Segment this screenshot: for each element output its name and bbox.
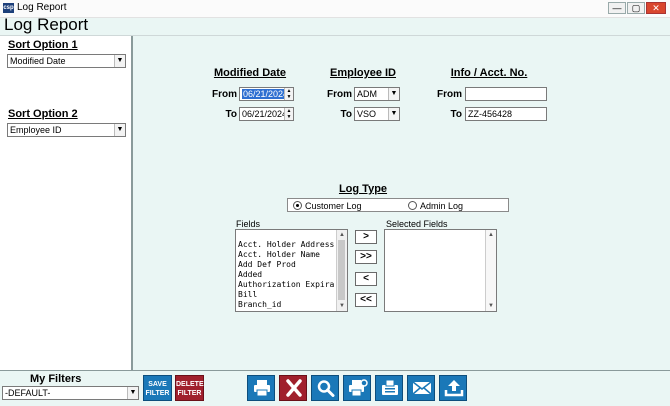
radio-customer-log[interactable]: Customer Log: [293, 201, 362, 211]
modified-date-from-input[interactable]: 06/21/2024 ▲ ▼: [239, 87, 294, 101]
radio-admin-log[interactable]: Admin Log: [408, 201, 463, 211]
info-acct-header: Info / Acct. No.: [450, 67, 528, 79]
list-item[interactable]: Acct. Holder Name: [236, 250, 347, 260]
employee-id-header: Employee ID: [329, 67, 397, 79]
app-logo-icon: csp: [3, 3, 14, 13]
radio-customer-log-label: Customer Log: [305, 201, 362, 211]
selected-fields-scrollbar[interactable]: ▲ ▼: [485, 230, 496, 311]
export-button[interactable]: [439, 375, 467, 401]
fax-icon: [382, 379, 398, 395]
chevron-down-icon[interactable]: ▼: [114, 124, 125, 136]
fields-label: Fields: [236, 219, 261, 229]
modified-date-to-input[interactable]: 06/21/2024 ▲ ▼: [239, 107, 294, 121]
add-field-button[interactable]: >: [355, 230, 377, 244]
chevron-down-icon[interactable]: ▼: [388, 88, 399, 100]
print-preview-icon: [349, 379, 368, 397]
fields-scrollbar[interactable]: ▲ ▼: [336, 230, 347, 311]
add-all-fields-button[interactable]: >>: [355, 250, 377, 264]
list-item[interactable]: Add Def Prod: [236, 260, 347, 270]
list-item[interactable]: Branch_id: [236, 300, 347, 310]
restore-button[interactable]: ▢: [627, 2, 645, 14]
my-filters-value: -DEFAULT-: [5, 388, 51, 398]
sort-option-1-label: Sort Option 1: [8, 39, 78, 51]
email-icon: [412, 381, 432, 395]
spinner-icon[interactable]: ▲ ▼: [284, 108, 293, 120]
print-button[interactable]: [247, 375, 275, 401]
delete-filter-button[interactable]: DELETE FILTER: [175, 375, 204, 401]
sort-panel: [0, 36, 133, 370]
chevron-down-icon[interactable]: ▼: [388, 108, 399, 120]
close-button[interactable]: ✕: [646, 2, 666, 14]
employee-id-to-label: To: [340, 109, 352, 120]
bottom-divider: [0, 370, 670, 371]
my-filters-label: My Filters: [30, 373, 82, 385]
modified-date-from-label: From: [212, 89, 237, 100]
info-acct-from-label: From: [437, 89, 462, 100]
remove-all-fields-button[interactable]: <<: [355, 293, 377, 307]
modified-date-to-value: 06/21/2024: [242, 109, 288, 119]
title-bar: [0, 0, 670, 18]
search-icon: [317, 380, 335, 397]
cancel-x-icon: [286, 379, 302, 397]
log-type-header: Log Type: [338, 183, 388, 195]
search-button[interactable]: [311, 375, 339, 401]
info-acct-from-input[interactable]: [465, 87, 547, 101]
save-filter-button[interactable]: SAVE FILTER: [143, 375, 172, 401]
list-item[interactable]: Authorization Expira: [236, 280, 347, 290]
info-acct-to-label: To: [450, 109, 462, 120]
email-button[interactable]: [407, 375, 435, 401]
delete-filter-label-2: FILTER: [177, 390, 202, 397]
employee-id-to-value: VSO: [357, 109, 377, 119]
scroll-down-icon[interactable]: ▼: [486, 301, 496, 311]
radio-unselected-icon: [408, 201, 417, 210]
remove-field-button[interactable]: <: [355, 272, 377, 286]
employee-id-from-label: From: [327, 89, 352, 100]
delete-filter-label-1: DELETE: [176, 381, 204, 388]
save-filter-label-1: SAVE: [148, 381, 167, 388]
scroll-down-icon[interactable]: ▼: [337, 301, 347, 311]
printer-icon: [254, 380, 270, 397]
sort-option-2-label: Sort Option 2: [8, 108, 78, 120]
sort-option-1-select[interactable]: Modified Date ▼: [7, 54, 126, 68]
sort-option-2-value: Employee ID: [10, 125, 62, 135]
scroll-up-icon[interactable]: ▲: [486, 230, 496, 240]
employee-id-to-select[interactable]: VSO ▼: [354, 107, 400, 121]
radio-admin-log-label: Admin Log: [420, 201, 464, 211]
modified-date-header: Modified Date: [213, 67, 287, 79]
sort-option-2-select[interactable]: Employee ID ▼: [7, 123, 126, 137]
selected-fields-label: Selected Fields: [386, 219, 448, 229]
print-preview-button[interactable]: [343, 375, 371, 401]
page-title: Log Report: [4, 15, 89, 34]
window-title: Log Report: [17, 2, 67, 13]
radio-selected-icon: [293, 201, 302, 210]
spinner-icon[interactable]: ▲ ▼: [284, 88, 293, 100]
chevron-down-icon[interactable]: ▼: [114, 55, 125, 67]
fields-listbox[interactable]: Acct. Holder Address Acct. Holder Name Add…: [235, 229, 348, 312]
employee-id-from-select[interactable]: ADM ▼: [354, 87, 400, 101]
log-type-group: Customer Log Admin Log: [287, 198, 509, 212]
sort-option-1-value: Modified Date: [10, 56, 66, 66]
save-filter-label-2: FILTER: [145, 390, 170, 397]
info-acct-to-input[interactable]: ZZ-456428: [465, 107, 547, 121]
modified-date-from-value: 06/21/2024: [242, 89, 290, 99]
list-item[interactable]: Bill: [236, 290, 347, 300]
export-icon: [444, 380, 464, 397]
my-filters-select[interactable]: -DEFAULT- ▼: [2, 386, 139, 400]
employee-id-from-value: ADM: [357, 89, 377, 99]
scroll-up-icon[interactable]: ▲: [337, 230, 347, 240]
chevron-down-icon[interactable]: ▼: [127, 387, 138, 399]
list-item[interactable]: Acct. Holder Address: [236, 240, 347, 250]
selected-fields-listbox[interactable]: ▲ ▼: [384, 229, 497, 312]
minimize-button[interactable]: —: [608, 2, 626, 14]
list-item[interactable]: Added: [236, 270, 347, 280]
fax-button[interactable]: [375, 375, 403, 401]
modified-date-to-label: To: [225, 109, 237, 120]
scroll-thumb[interactable]: [338, 240, 345, 300]
cancel-button[interactable]: [279, 375, 307, 401]
